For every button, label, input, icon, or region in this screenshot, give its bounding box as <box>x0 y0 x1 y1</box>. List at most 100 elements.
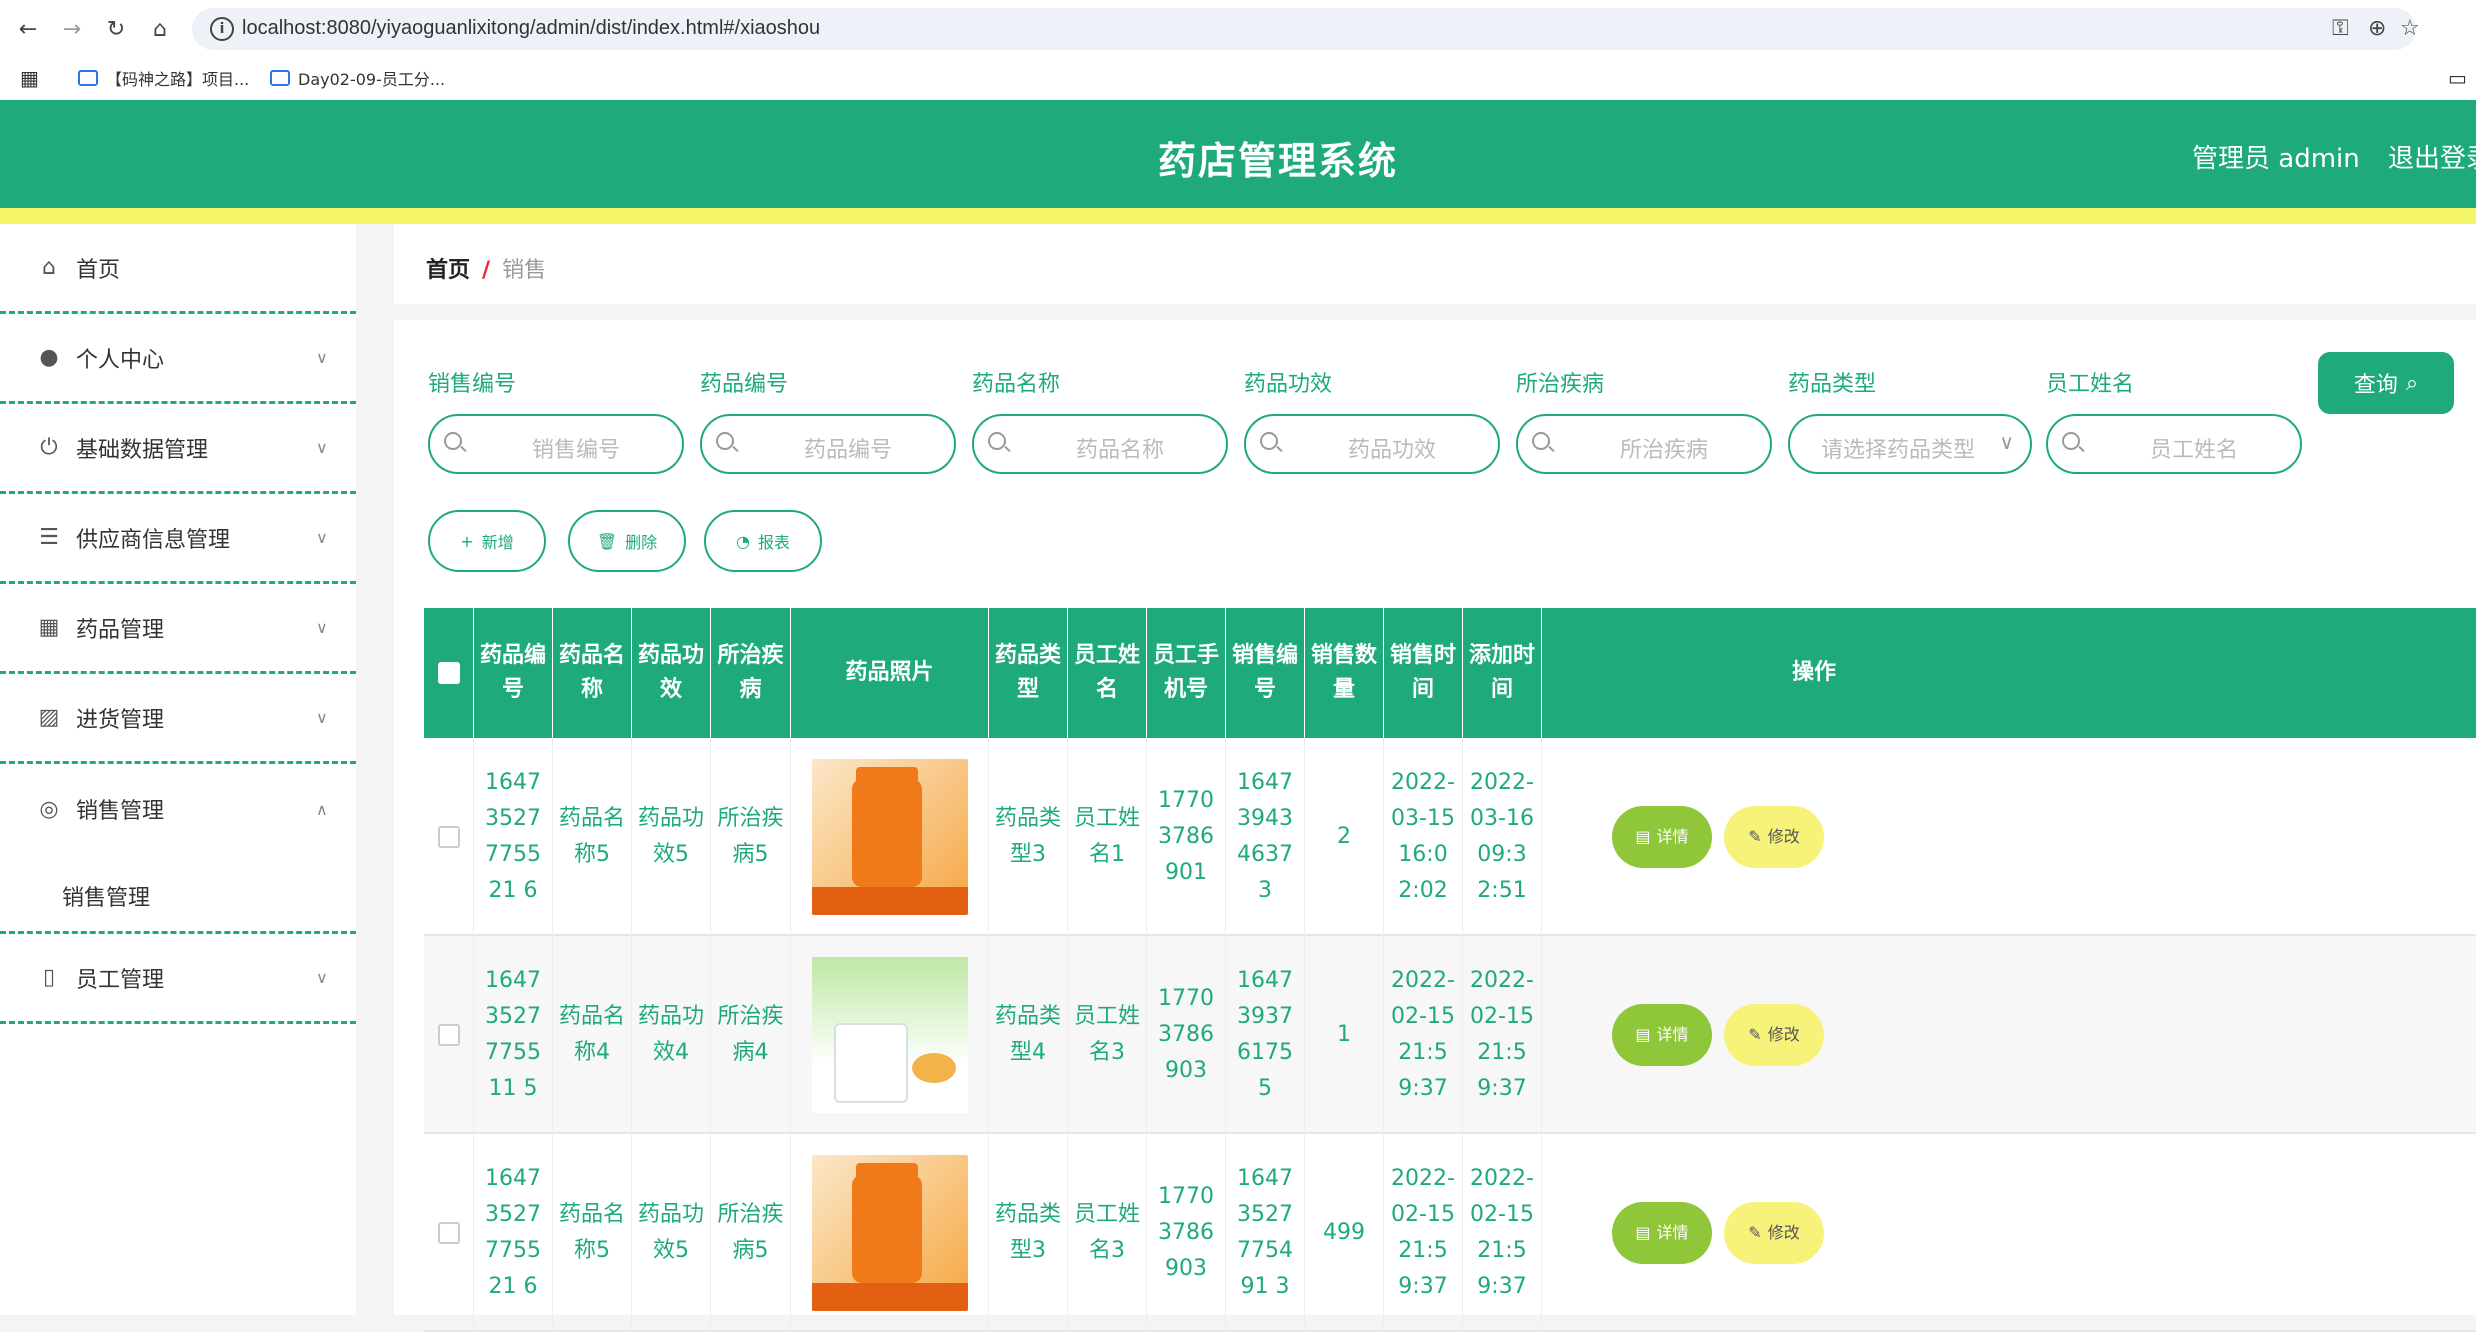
edit-button[interactable]: ✎ 修改 <box>1724 1004 1824 1066</box>
sidebar-item-supplier[interactable]: ☰ 供应商信息管理 ∨ <box>0 494 356 584</box>
forward-icon[interactable]: → <box>56 13 88 45</box>
row-checkbox[interactable] <box>437 1024 460 1046</box>
report-label: 报表 <box>757 533 790 552</box>
header-select-all[interactable] <box>424 608 474 738</box>
add-time-cell: 2022-03-16 09:32:51 <box>1463 738 1542 936</box>
sidebar-item-label: 销售管理 <box>76 799 165 824</box>
column-header: 操作 <box>1792 660 1837 685</box>
detail-label: 详情 <box>1656 1223 1689 1242</box>
drug-photo[interactable] <box>811 1155 968 1311</box>
app-title: 药店管理系统 <box>1157 139 1398 183</box>
disease-cell: 所治疾病4 <box>711 936 791 1134</box>
sidebar-item-sales[interactable]: ◎ 销售管理 ∧ <box>0 764 356 854</box>
drug-effect-input[interactable]: 药品功效 <box>1244 414 1500 474</box>
column-header: 员工姓名 <box>1068 608 1147 738</box>
column-header: 所治疾病 <box>711 608 791 738</box>
reload-icon[interactable]: ↻ <box>100 13 132 45</box>
site-info-icon[interactable]: i <box>210 17 234 41</box>
filter-label: 药品类型 <box>1788 372 1877 397</box>
power-icon: ⏻ <box>40 435 58 460</box>
breadcrumb-separator: / <box>482 258 491 283</box>
sidebar-item-home[interactable]: ⌂ 首页 <box>0 224 356 314</box>
drug-no-cell: 16473527775521 6 <box>474 738 553 936</box>
sidebar-item-label: 进货管理 <box>76 707 165 733</box>
url-text[interactable]: localhost:8080/yiyaoguanlixitong/admin/d… <box>242 17 820 40</box>
document-icon: ▤ <box>1635 827 1651 846</box>
filter-label: 药品名称 <box>972 372 1061 397</box>
key-icon[interactable]: ⚿ <box>2332 16 2349 41</box>
edit-label: 修改 <box>1767 827 1800 846</box>
filter-label: 员工姓名 <box>2046 372 2135 397</box>
add-time-cell: 2022-02-15 21:59:37 <box>1463 936 1542 1134</box>
add-button[interactable]: + 新增 <box>428 510 546 572</box>
sidebar-item-purchase[interactable]: ▨ 进货管理 ∨ <box>0 674 356 764</box>
disease-input[interactable]: 所治疾病 <box>1516 414 1772 474</box>
input-placeholder: 员工姓名 <box>2149 438 2238 463</box>
back-icon[interactable]: ← <box>12 13 44 45</box>
staff-phone-cell: 17703786903 <box>1147 936 1226 1134</box>
chevron-down-icon: ∨ <box>316 348 328 367</box>
compass-icon: ◎ <box>39 796 59 822</box>
bookmark-item[interactable]: 【码神之路】项目... <box>78 66 249 90</box>
zoom-icon[interactable]: ⊕ <box>2368 16 2386 41</box>
drug-name-input[interactable]: 药品名称 <box>972 414 1228 474</box>
folder-icon[interactable]: ▭ <box>2448 66 2467 90</box>
delete-button[interactable]: 🗑 删除 <box>568 510 686 572</box>
drug-photo[interactable] <box>811 957 968 1113</box>
row-checkbox[interactable] <box>437 826 460 848</box>
drug-photo[interactable] <box>811 759 968 915</box>
document-icon: ▤ <box>1635 1025 1651 1044</box>
sale-time-cell: 2022-02-15 21:59:37 <box>1384 936 1463 1134</box>
home-browser-icon[interactable]: ⌂ <box>144 13 176 45</box>
edit-icon: ✎ <box>1748 1223 1762 1242</box>
column-header: 药品照片 <box>791 608 989 738</box>
pie-chart-icon: ◔ <box>736 531 750 551</box>
drug-no-input[interactable]: 药品编号 <box>700 414 956 474</box>
bookmark-item[interactable]: Day02-09-员工分... <box>270 66 445 90</box>
breadcrumb-current: 销售 <box>502 258 547 283</box>
detail-button[interactable]: ▤ 详情 <box>1612 806 1712 868</box>
sidebar-item-profile[interactable]: ● 个人中心 ∨ <box>0 314 356 404</box>
sidebar-subitem-sales[interactable]: 销售管理 <box>0 854 356 934</box>
add-time-cell: 2022-02-15 21:59:37 <box>1463 1134 1542 1332</box>
sidebar-item-drugs[interactable]: ▦ 药品管理 ∨ <box>0 584 356 674</box>
select-placeholder: 请选择药品类型 <box>1820 438 1975 463</box>
edit-icon: ✎ <box>1748 827 1762 846</box>
query-button[interactable]: 查询 ⌕ <box>2318 352 2454 414</box>
trash-icon: 🗑 <box>596 531 618 551</box>
sidebar-item-staff[interactable]: ▯ 员工管理 ∨ <box>0 934 356 1024</box>
bilibili-icon <box>270 70 290 86</box>
staff-name-cell: 员工姓名3 <box>1068 1134 1147 1332</box>
staff-name-cell: 员工姓名3 <box>1068 936 1147 1134</box>
table-row: 16473527775521 6 药品名称5 药品功效5 所治疾病5 药品类型3… <box>424 1134 2476 1332</box>
url-field[interactable]: i localhost:8080/yiyaoguanlixitong/admin… <box>192 8 2420 50</box>
staff-phone-cell: 17703786901 <box>1147 738 1226 936</box>
column-header: 药品编号 <box>474 608 553 738</box>
sidebar-item-label: 首页 <box>76 257 121 283</box>
logout-link[interactable]: 退出登录 <box>2388 138 2476 175</box>
drug-effect-cell: 药品功效4 <box>632 936 711 1134</box>
table-row: 16473527775511 5 药品名称4 药品功效4 所治疾病4 药品类型4… <box>424 936 2476 1134</box>
drug-type-select[interactable]: 请选择药品类型 ∨ <box>1788 414 2032 474</box>
staff-name-cell: 员工姓名1 <box>1068 738 1147 936</box>
staff-name-input[interactable]: 员工姓名 <box>2046 414 2302 474</box>
select-all-checkbox[interactable] <box>437 662 460 684</box>
edit-button[interactable]: ✎ 修改 <box>1724 806 1824 868</box>
sidebar: ⌂ 首页 ● 个人中心 ∨ ⏻ 基础数据管理 ∨ ☰ 供应商信息管理 ∨ ▦ 药… <box>0 224 356 1315</box>
apps-icon[interactable]: ▦ <box>20 66 39 90</box>
table-header: 药品编号 药品名称 药品功效 所治疾病 药品照片 药品类型 员工姓名 员工手机号… <box>424 608 2476 738</box>
sale-qty-cell: 1 <box>1305 936 1384 1134</box>
sale-no-input[interactable]: 销售编号 <box>428 414 684 474</box>
row-checkbox[interactable] <box>437 1222 460 1244</box>
detail-button[interactable]: ▤ 详情 <box>1612 1004 1712 1066</box>
breadcrumb-home[interactable]: 首页 <box>426 258 470 283</box>
detail-button[interactable]: ▤ 详情 <box>1612 1202 1712 1264</box>
edit-button[interactable]: ✎ 修改 <box>1724 1202 1824 1264</box>
actions-cell: ▤ 详情 ✎ 修改 <box>1542 738 2476 936</box>
row-select-cell <box>424 1134 474 1332</box>
drug-no-cell: 16473527775511 5 <box>474 936 553 1134</box>
detail-label: 详情 <box>1656 827 1689 846</box>
sidebar-item-base-data[interactable]: ⏻ 基础数据管理 ∨ <box>0 404 356 494</box>
report-button[interactable]: ◔ 报表 <box>704 510 822 572</box>
star-icon[interactable]: ☆ <box>2400 16 2420 41</box>
